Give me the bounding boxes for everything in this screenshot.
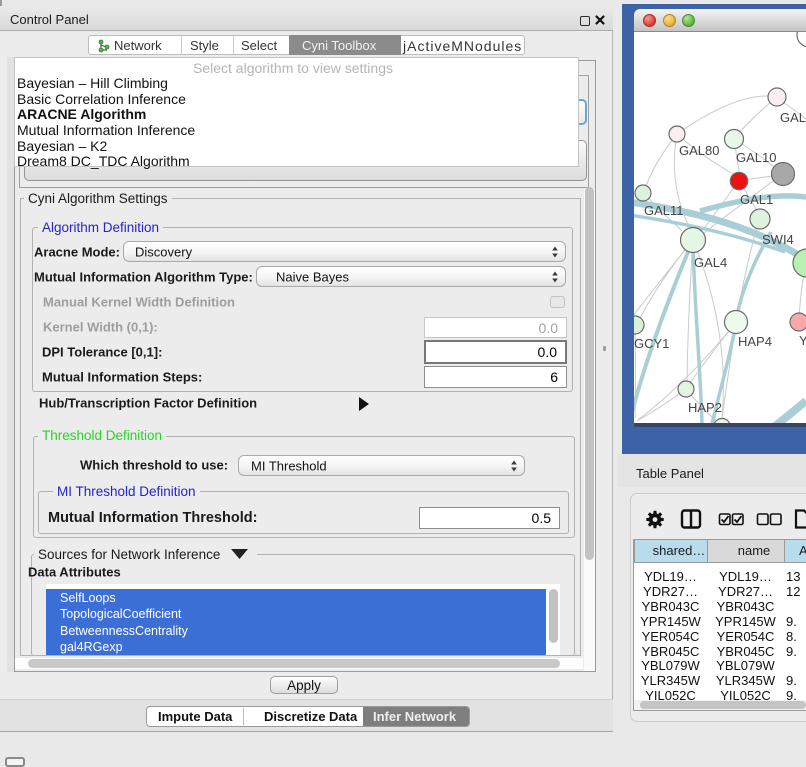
svg-text:GCY1: GCY1 (634, 336, 669, 351)
svg-text:Y: Y (799, 333, 806, 348)
svg-text:GAL80: GAL80 (679, 143, 719, 158)
svg-text:HAP4: HAP4 (738, 334, 772, 349)
svg-text:GAL1: GAL1 (740, 192, 773, 207)
svg-text:GAL11: GAL11 (644, 203, 684, 218)
svg-text:GAL4: GAL4 (694, 255, 727, 270)
svg-text:GAL2: GAL2 (780, 110, 806, 125)
svg-text:SWI4: SWI4 (762, 232, 794, 247)
svg-text:GAL10: GAL10 (736, 150, 776, 165)
svg-text:HAP2: HAP2 (688, 400, 722, 415)
